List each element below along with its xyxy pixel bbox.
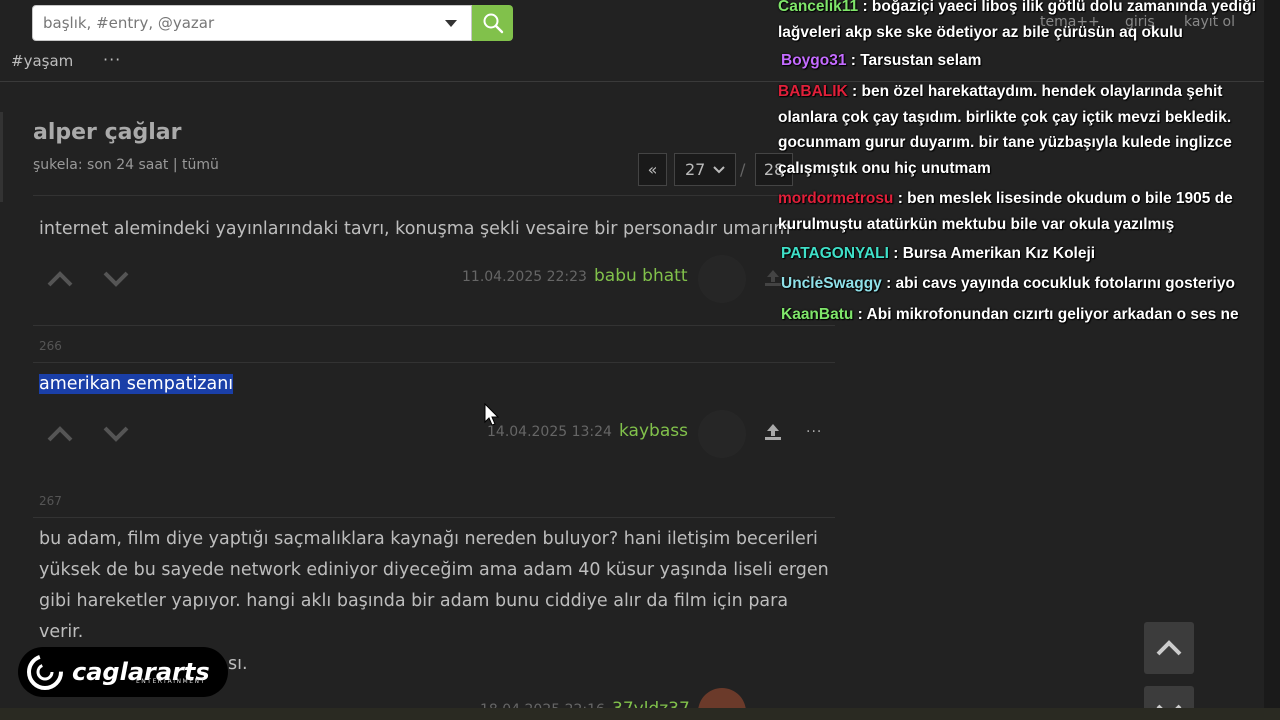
chevron-down-icon (713, 165, 725, 173)
avatar[interactable] (698, 255, 746, 303)
entry-date[interactable]: 14.04.2025 13:24 (487, 424, 612, 440)
upvote-icon[interactable] (47, 425, 73, 443)
channels-more-button[interactable]: ··· (103, 50, 121, 69)
chat-message: mordormetrosu : ben meslek lisesinde oku… (778, 186, 1278, 237)
avatar[interactable] (698, 410, 746, 458)
chat-username: UncleSwaggy (781, 275, 882, 292)
entry-number: 266 (39, 339, 62, 353)
entry-date[interactable]: 11.04.2025 22:23 (462, 269, 587, 285)
divider (33, 325, 835, 326)
chevron-up-icon (1156, 640, 1182, 656)
entry-content: internet alemindeki yayınlarındaki tavrı… (39, 219, 791, 239)
share-icon[interactable] (763, 268, 783, 288)
pager-current-page: 27 (685, 160, 706, 179)
entry-content: amerikan sempatizanı (39, 369, 829, 400)
entry-more-button[interactable]: ··· (806, 424, 822, 440)
chat-username: Boygo31 (781, 52, 847, 69)
entry-author[interactable]: kaybass (619, 421, 688, 441)
entry-content-tail: sı. (228, 654, 248, 674)
entry-content: bu adam, film diye yaptığı saçmalıklara … (39, 529, 829, 642)
chat-message: PATAGONYALI : Bursa Amerikan Kız Koleji (781, 241, 1278, 267)
chat-message: Cancelik11 : boğaziçi yaeci liboş ilik g… (778, 0, 1278, 45)
chat-message: Boygo31 : Tarsustan selam (781, 48, 1278, 74)
topic-title[interactable]: alper çağlar (33, 120, 181, 145)
downvote-icon[interactable] (103, 270, 129, 288)
left-rail (0, 112, 3, 202)
chat-text: : Abi mikrofonundan cızırtı geliyor arka… (853, 306, 1239, 323)
divider (33, 517, 835, 518)
chat-text: : Tarsustan selam (846, 52, 982, 69)
caglararts-logo: caglararts ENTERTAINMENT (18, 647, 228, 697)
upvote-icon[interactable] (47, 270, 73, 288)
chat-text: : Bursa Amerikan Kız Koleji (888, 245, 1096, 262)
chat-message: KaanBatu : Abi mikrofonundan cızırtı gel… (781, 302, 1278, 328)
chat-username: mordormetrosu (778, 190, 894, 207)
search-icon (483, 13, 503, 34)
downvote-icon[interactable] (103, 425, 129, 443)
channel-yasam-link[interactable]: #yaşam (11, 52, 73, 70)
divider (33, 195, 835, 196)
chat-username: Cancelik11 (778, 0, 859, 15)
chevron-down-icon[interactable] (445, 20, 457, 27)
pager-page-select[interactable]: 27 (674, 153, 736, 186)
divider (33, 362, 835, 363)
pager-prev-button[interactable]: « (638, 153, 667, 186)
pager-separator: / (740, 160, 746, 179)
search-button[interactable] (472, 5, 513, 41)
chat-username: PATAGONYALI (781, 245, 889, 262)
entry-author[interactable]: babu bhatt (594, 266, 688, 286)
chat-message: BABALIK : ben özel harekattaydım. hendek… (778, 79, 1278, 181)
entry-number: 267 (39, 494, 62, 508)
logo-subtitle: ENTERTAINMENT (136, 678, 206, 685)
mouse-cursor-icon (484, 403, 500, 426)
logo-mark-icon (27, 654, 63, 690)
scroll-to-top-button[interactable] (1144, 622, 1194, 674)
stream-bottom-strip (0, 708, 1280, 720)
chat-username: BABALIK (778, 83, 848, 100)
topic-filters[interactable]: şukela: son 24 saat | tümü (33, 157, 219, 173)
selected-text[interactable]: amerikan sempatizanı (39, 374, 234, 394)
chat-text: : abi cavs yayında cocukluk fotolarını g… (881, 275, 1235, 292)
chat-username: KaanBatu (781, 306, 854, 323)
chat-message: UncleSwaggy : abi cavs yayında cocukluk … (781, 271, 1278, 297)
search-box[interactable] (32, 5, 472, 41)
share-icon[interactable] (763, 422, 783, 442)
search-input[interactable] (33, 6, 433, 40)
